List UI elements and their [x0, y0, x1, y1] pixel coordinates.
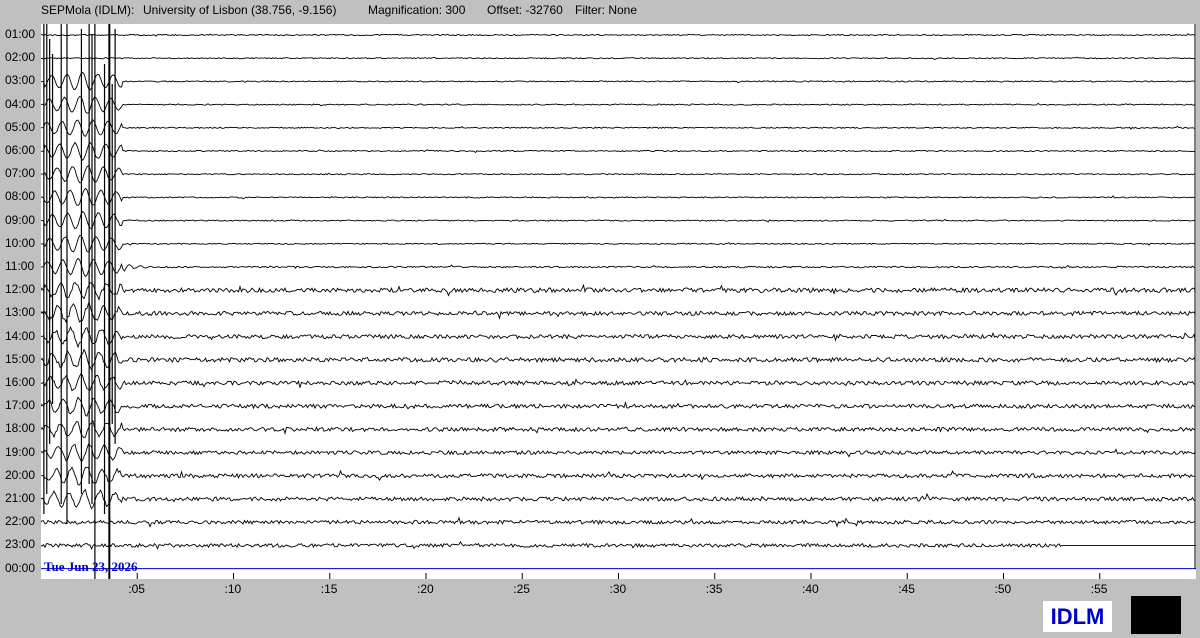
trace-row [41, 325, 1196, 349]
trace-row [41, 71, 1196, 91]
hour-label: 01:00 [5, 27, 36, 41]
helicorder-traces [41, 24, 1196, 579]
hour-label: 18:00 [5, 421, 36, 436]
trace-row [41, 187, 1196, 206]
trace-row [41, 210, 1196, 230]
hour-label: 05:00 [5, 119, 36, 134]
hour-label: 16:00 [5, 375, 36, 389]
hour-label: 12:00 [5, 282, 36, 297]
hour-label: 14:00 [5, 328, 36, 343]
hour-label: 13:00 [5, 305, 36, 320]
hour-label: 02:00 [5, 50, 36, 65]
helicorder-plot [41, 24, 1196, 579]
hour-label: 23:00 [5, 537, 36, 552]
magnification-label: Magnification: 300 [368, 3, 466, 17]
station-logo: IDLM [1043, 601, 1112, 632]
hour-label: 20:00 [5, 467, 36, 482]
minute-label: :05 [128, 582, 145, 596]
hour-label: 11:00 [5, 259, 35, 273]
minute-label: :15 [320, 582, 338, 596]
trace-row [41, 56, 1196, 61]
hour-label: 00:00 [5, 560, 36, 575]
trace-row [41, 235, 1196, 253]
header-bar: SEPMola (IDLM): University of Lisbon (38… [0, 0, 1200, 22]
hour-label: 19:00 [5, 444, 36, 459]
station-location: University of Lisbon (38.756, -9.156) [143, 3, 337, 17]
trace-row [41, 419, 1196, 439]
hour-label: 03:00 [5, 73, 36, 88]
trace-row [41, 348, 1196, 371]
minute-label: :25 [513, 582, 530, 596]
hour-label: 08:00 [5, 189, 36, 204]
trace-row [41, 516, 1196, 528]
minute-label: :20 [417, 582, 434, 596]
trace-row [41, 372, 1196, 392]
minute-label: :35 [705, 582, 723, 596]
trace-row [41, 396, 1196, 417]
minute-label: :30 [609, 582, 627, 596]
filter-label: Filter: None [575, 3, 638, 17]
hour-label: 10:00 [5, 235, 36, 250]
trace-row [41, 257, 1196, 277]
trace-row [41, 95, 1196, 114]
station-name: SEPMola (IDLM): [41, 3, 135, 17]
trace-row [41, 141, 1196, 161]
trace-row [41, 488, 1196, 510]
minute-label: :50 [994, 582, 1012, 596]
hour-label: 04:00 [5, 96, 36, 111]
minute-label: :40 [802, 582, 819, 596]
trace-row [41, 33, 1196, 37]
hour-label: 07:00 [5, 166, 36, 181]
trace-row [41, 443, 1196, 462]
trace-row [41, 466, 1196, 486]
hour-label: 17:00 [5, 398, 36, 413]
hour-label: 21:00 [5, 491, 36, 505]
trace-row [41, 119, 1196, 137]
date-label: Tue Jun 23, 2026 [44, 559, 138, 574]
minute-label: :45 [898, 582, 915, 596]
trace-row [41, 302, 1196, 324]
minute-label: :55 [1090, 582, 1108, 596]
hour-label: 06:00 [5, 143, 36, 157]
offset-label: Offset: -32760 [487, 3, 563, 17]
trace-row [41, 281, 1196, 302]
status-indicator [1131, 596, 1181, 634]
hour-label: 22:00 [5, 514, 36, 529]
minute-label: :10 [224, 582, 242, 596]
trace-row [41, 541, 1196, 551]
hour-label: 09:00 [5, 212, 36, 227]
hour-label: 15:00 [5, 351, 36, 366]
trace-row [41, 164, 1196, 184]
